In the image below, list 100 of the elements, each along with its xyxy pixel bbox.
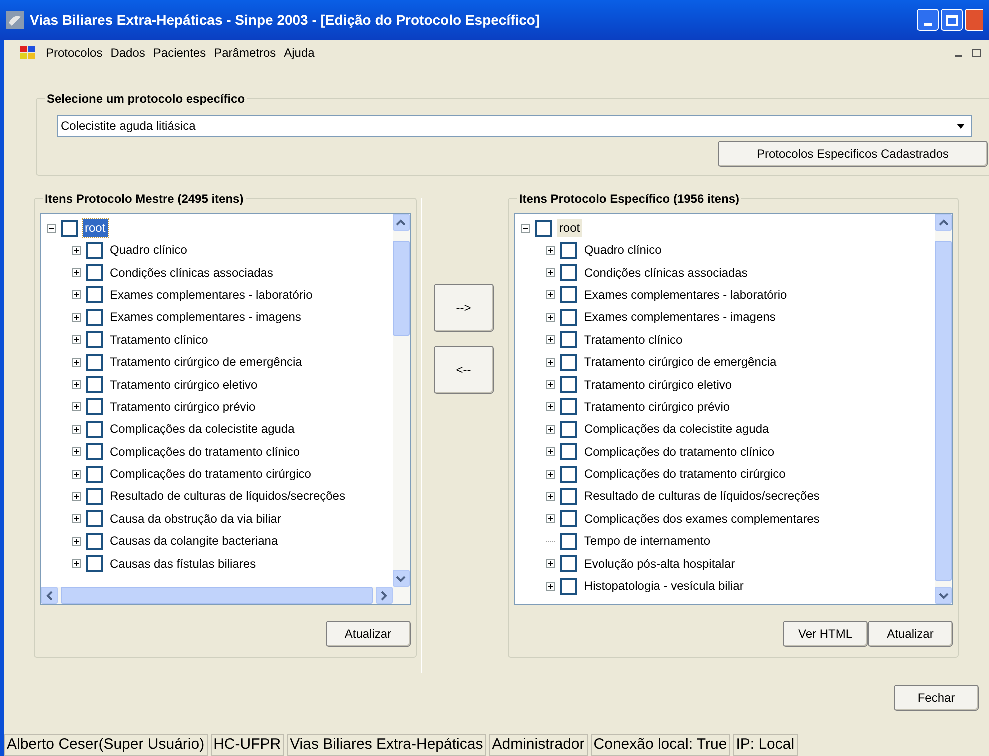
expand-icon[interactable] (546, 447, 556, 456)
add-button[interactable]: --> (434, 284, 494, 332)
expand-icon[interactable] (546, 492, 556, 501)
expand-icon[interactable] (72, 447, 81, 456)
tree-item[interactable]: Complicações do tratamento clínico (108, 442, 300, 461)
expand-icon[interactable] (546, 312, 556, 322)
checkbox[interactable] (86, 466, 103, 483)
checkbox[interactable] (61, 220, 78, 236)
checkbox[interactable] (86, 532, 103, 550)
close-button[interactable] (965, 9, 983, 31)
collapse-icon[interactable] (521, 224, 530, 232)
expand-icon[interactable] (72, 470, 81, 479)
expand-icon[interactable] (546, 402, 556, 412)
minimize-button[interactable] (917, 9, 939, 31)
expand-icon[interactable] (546, 358, 556, 367)
tree-item[interactable]: Exames complementares - imagens (108, 308, 302, 326)
checkbox[interactable] (535, 220, 552, 236)
restore-icon[interactable] (972, 49, 981, 57)
collapse-icon[interactable] (47, 224, 56, 232)
checkbox[interactable] (560, 578, 578, 595)
expand-icon[interactable] (546, 290, 556, 300)
scroll-arrow-button[interactable] (392, 570, 410, 587)
refresh-button[interactable]: Atualizar (868, 621, 953, 647)
expand-icon[interactable] (72, 536, 81, 546)
checkbox[interactable] (86, 420, 103, 438)
expand-icon[interactable] (72, 402, 81, 412)
checkbox[interactable] (86, 308, 103, 326)
expand-icon[interactable] (72, 514, 81, 524)
checkbox[interactable] (86, 286, 103, 304)
menu-item[interactable]: Parâmetros (210, 44, 280, 62)
checkbox[interactable] (86, 443, 103, 460)
tree-item[interactable]: Resultado de culturas de líquidos/secreções (108, 487, 346, 506)
tree-item[interactable]: Histopatologia - vesícula biliar (582, 577, 744, 596)
checkbox[interactable] (560, 555, 578, 572)
tree-item[interactable]: Tratamento cirúrgico prévio (108, 398, 256, 416)
checkbox[interactable] (560, 331, 578, 348)
tree-item[interactable]: Tratamento cirúrgico de emergência (108, 353, 302, 372)
checkbox[interactable] (86, 488, 103, 505)
checkbox[interactable] (86, 264, 103, 282)
expand-icon[interactable] (72, 312, 81, 322)
tree-item[interactable]: Quadro clínico (582, 241, 662, 260)
checkbox[interactable] (560, 532, 578, 550)
expand-icon[interactable] (72, 335, 81, 344)
menu-item[interactable]: Protocolos (42, 44, 107, 62)
menu-item[interactable]: Dados (106, 44, 150, 62)
checkbox[interactable] (86, 376, 103, 394)
expand-icon[interactable] (546, 424, 556, 434)
checkbox[interactable] (560, 510, 578, 528)
checkbox[interactable] (560, 264, 578, 282)
expand-icon[interactable] (72, 424, 81, 434)
vertical-scrollbar[interactable] (392, 214, 410, 587)
checkbox[interactable] (560, 354, 578, 371)
expand-icon[interactable] (546, 246, 556, 255)
expand-icon[interactable] (72, 492, 81, 501)
checkbox[interactable] (560, 420, 578, 438)
checkbox[interactable] (560, 466, 578, 483)
expand-icon[interactable] (72, 358, 81, 367)
checkbox[interactable] (86, 242, 103, 259)
tree-item[interactable]: Resultado de culturas de líquidos/secreções (582, 487, 820, 506)
expand-icon[interactable] (72, 246, 81, 255)
scroll-arrow-button[interactable] (935, 587, 952, 604)
tree-item[interactable]: Complicações dos exames complementares (582, 510, 820, 528)
checkbox[interactable] (560, 242, 578, 259)
tree-item[interactable]: Exames complementares - laboratório (108, 286, 313, 304)
protocol-dropdown[interactable]: Colecistite aguda litiásica (57, 115, 972, 137)
checkbox[interactable] (86, 398, 103, 416)
expand-icon[interactable] (546, 470, 556, 479)
close-dialog-button[interactable]: Fechar (894, 685, 979, 711)
tree-item[interactable]: Evolução pós-alta hospitalar (582, 554, 736, 573)
tree-item[interactable]: Causas das fístulas biliares (108, 554, 256, 573)
refresh-button[interactable]: Atualizar (326, 621, 411, 647)
expand-icon[interactable] (72, 268, 81, 278)
expand-icon[interactable] (546, 514, 556, 524)
tree-item[interactable]: Tratamento clínico (108, 330, 208, 349)
checkbox[interactable] (560, 443, 578, 460)
tree-item[interactable]: Complicações da colecistite aguda (108, 420, 295, 438)
expand-icon[interactable] (546, 559, 556, 568)
tree-item[interactable]: Quadro clínico (108, 241, 188, 260)
checkbox[interactable] (86, 555, 103, 572)
tree-item[interactable]: Tratamento cirúrgico de emergência (582, 353, 777, 372)
checkbox[interactable] (560, 488, 578, 505)
checkbox[interactable] (86, 510, 103, 528)
tree-item[interactable]: root (557, 219, 582, 237)
maximize-button[interactable] (941, 9, 963, 31)
view-html-button[interactable]: Ver HTML (783, 621, 868, 647)
scroll-arrow-button[interactable] (376, 587, 393, 604)
remove-button[interactable]: <-- (434, 346, 494, 394)
tree-item[interactable]: Condições clínicas associadas (108, 264, 274, 282)
tree-item[interactable]: Exames complementares - laboratório (582, 286, 788, 304)
tree-item[interactable]: Complicações do tratamento clínico (582, 442, 775, 461)
tree-item[interactable]: Tratamento cirúrgico prévio (582, 398, 730, 416)
tree-item[interactable]: root (83, 219, 108, 237)
checkbox[interactable] (560, 308, 578, 326)
tree-item[interactable]: Complicações do tratamento cirúrgico (582, 465, 786, 484)
menu-item[interactable]: Pacientes (149, 44, 210, 62)
tree-item[interactable]: Causa da obstrução da via biliar (108, 510, 282, 528)
scroll-arrow-button[interactable] (41, 587, 58, 604)
tree-item[interactable]: Tratamento cirúrgico eletivo (582, 376, 732, 394)
tree-item[interactable]: Condições clínicas associadas (582, 264, 748, 282)
tree-item[interactable]: Tratamento clínico (582, 330, 683, 349)
